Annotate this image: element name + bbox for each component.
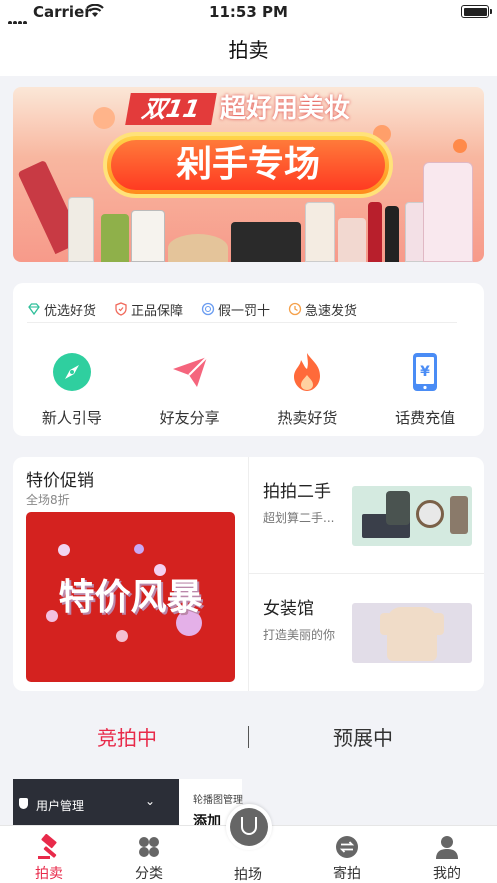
chevron-down-icon: ⌄: [145, 794, 156, 808]
paper-plane-icon: [172, 356, 208, 387]
perfume-bottle-image: [423, 162, 473, 262]
decor-dot: [453, 139, 467, 153]
tab-separator: [248, 726, 249, 748]
secondhand-subtitle: 超划算二手...: [263, 511, 335, 525]
cream-tube-image: [305, 202, 335, 262]
banner-tag: 双11: [125, 93, 217, 125]
special-sale-section[interactable]: 特价促销 全场8折 特价风暴: [13, 457, 249, 691]
secondhand-title: 拍拍二手: [263, 482, 331, 502]
special-sale-subtitle: 全场8折: [26, 493, 70, 507]
guarantee-item: 优选好货: [27, 295, 96, 323]
exchange-icon: [336, 836, 358, 858]
gavel-icon: [38, 834, 57, 859]
womenswear-section[interactable]: 女装馆 打造美丽的你: [249, 574, 484, 691]
bottle-image: [101, 214, 129, 262]
quick-link-share[interactable]: 好友分享: [131, 351, 249, 428]
tab-bidding[interactable]: 竞拍中: [97, 722, 157, 751]
decor-ball: [134, 544, 144, 554]
guarantee-row: 优选好货 正品保障 假一罚十 急速发货: [27, 295, 457, 323]
womenswear-title: 女装馆: [263, 599, 314, 619]
promo-banner[interactable]: 双11 超好用美妆 剁手专场: [13, 87, 484, 262]
compass-icon: [52, 353, 91, 391]
divider: [27, 322, 457, 323]
compact-image: [168, 234, 228, 262]
dress-image: [352, 603, 472, 663]
auction-tabs: 竞拍中 预展中: [0, 712, 497, 760]
phone-yuan-icon: ¥: [413, 353, 438, 391]
quick-link-hot[interactable]: 热卖好货: [249, 351, 367, 428]
shield-icon: [115, 302, 127, 316]
tab-venue-button[interactable]: [226, 804, 272, 850]
badge-icon: [201, 302, 215, 316]
decor-ball: [116, 630, 128, 642]
cream-jar-image: [338, 218, 366, 262]
guarantee-item: 正品保障: [114, 295, 183, 323]
tab-mine[interactable]: 我的: [417, 834, 477, 883]
menu-label: 用户管理: [36, 799, 85, 813]
features-card: 优选好货 正品保障 假一罚十 急速发货 新人引导 好友分享 热卖好货 ¥ 话费充…: [13, 283, 484, 436]
palette-image: [231, 222, 301, 262]
womenswear-subtitle: 打造美丽的你: [263, 628, 336, 642]
tab-venue[interactable]: 拍场: [218, 864, 278, 883]
guarantee-item: 急速发货: [288, 295, 357, 323]
clock: 11:53 PM: [209, 3, 288, 21]
sunscreen-image: [131, 210, 165, 262]
page-title: 拍卖: [0, 24, 497, 76]
quick-link-topup[interactable]: ¥ 话费充值: [366, 351, 484, 428]
lipstick-image: [385, 206, 399, 262]
promo-card: 特价促销 全场8折 特价风暴 拍拍二手 超划算二手... 女装馆 打造美丽的你: [13, 457, 484, 691]
panel-label: 轮播图管理: [193, 795, 243, 806]
electronics-image: [352, 486, 472, 546]
banner-header: 双11 超好用美妆: [125, 93, 378, 127]
status-bar: Carrier 11:53 PM: [0, 0, 497, 25]
guarantee-item: 假一罚十: [201, 295, 270, 323]
banner-pill: 剁手专场: [103, 132, 393, 198]
banner-main-text: 剁手专场: [111, 140, 385, 190]
flame-icon: [294, 353, 321, 391]
special-sale-title: 特价促销: [26, 471, 94, 491]
bag-icon: [230, 808, 268, 846]
decor-ball: [58, 544, 70, 556]
shield-icon: [19, 798, 28, 809]
tube-image: [68, 197, 94, 262]
quick-link-guide[interactable]: 新人引导: [13, 351, 131, 428]
banner-headline: 超好用美妆: [220, 94, 351, 124]
svg-text:¥: ¥: [420, 364, 430, 380]
admin-menu-preview[interactable]: 用户管理 ⌄: [13, 779, 179, 825]
decor-dot: [93, 107, 115, 129]
person-icon: [436, 836, 458, 859]
clock-icon: [288, 302, 302, 316]
poster-text: 特价风暴: [58, 577, 203, 618]
quick-links: 新人引导 好友分享 热卖好货 ¥ 话费充值: [13, 351, 484, 428]
tab-auction[interactable]: 拍卖: [19, 834, 79, 883]
tab-preview[interactable]: 预展中: [333, 722, 393, 751]
lipstick-image: [368, 202, 382, 262]
grid-icon: [139, 837, 159, 857]
diamond-icon: [28, 303, 40, 316]
tab-consign[interactable]: 寄拍: [317, 834, 377, 883]
bottom-tab-bar: 拍卖 分类 拍场 寄拍 我的: [0, 804, 497, 883]
battery-icon: [461, 5, 492, 18]
secondhand-section[interactable]: 拍拍二手 超划算二手...: [249, 457, 484, 574]
tab-category[interactable]: 分类: [119, 834, 179, 883]
special-sale-poster[interactable]: 特价风暴: [26, 512, 235, 682]
